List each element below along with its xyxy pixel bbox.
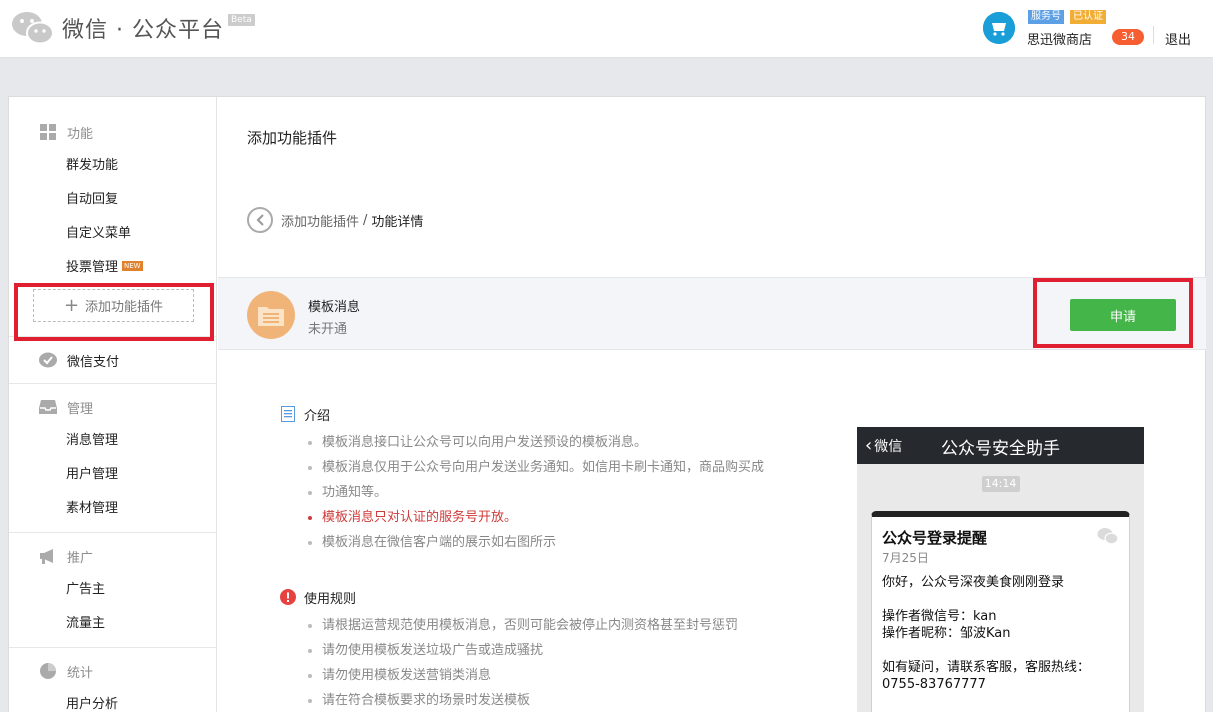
phone-preview: ‹ 微信 公众号安全助手 14:14 公众号登录提醒 7月25日 你好，公众号深夜… [857,427,1144,712]
nav-head-function: 功能 [9,115,216,149]
breadcrumb: 添加功能插件 / 功能详情 [247,207,423,233]
content-wrapper: 功能 群发功能 自动回复 自定义菜单 投票管理 NEW + 添加功能插件 微信支付 [8,96,1206,712]
wechat-logo-icon [10,8,56,48]
alert-icon [280,589,296,605]
sidebar-item-mass-send[interactable]: 群发功能 [9,149,216,183]
highlight-add-plugin [14,283,214,341]
account-area: 服务号 已认证 思迅微商店 34 退出 [983,8,1213,48]
sidebar-item-auto-reply[interactable]: 自动回复 [9,183,216,217]
list-item-warning: 模板消息只对认证的服务号开放。 [280,505,840,530]
nav-head-promote: 推广 [9,539,216,573]
list-item: 模板消息接口让公众号可以向用户发送预设的模板消息。 [280,430,840,455]
list-item: 模板消息仅用于公众号向用户发送业务通知。如信用卡刷卡通知，商品购买成 [280,455,840,480]
sidebar-item-materials[interactable]: 素材管理 [9,492,216,526]
intro-section: 介绍 模板消息接口让公众号可以向用户发送预设的模板消息。 模板消息仅用于公众号向… [280,404,840,555]
sidebar-item-users[interactable]: 用户管理 [9,458,216,492]
nav-head-label: 功能 [67,126,94,142]
nav-head-label: 管理 [67,401,94,417]
nav-group-pay: 微信支付 [9,337,216,384]
intro-heading: 介绍 [280,404,840,424]
plugin-name: 模板消息 [308,300,361,315]
intro-list: 模板消息接口让公众号可以向用户发送预设的模板消息。 模板消息仅用于公众号向用户发… [280,430,840,555]
phone-timestamp: 14:14 [981,476,1020,492]
platform-title: 微信 · 公众平台 [62,18,224,43]
nav-head-manage: 管理 [9,390,216,424]
breadcrumb-separator: / [363,212,368,228]
rules-heading: 使用规则 [280,587,840,607]
nav-group-manage: 管理 消息管理 用户管理 素材管理 [9,384,216,533]
highlight-apply-button [1033,278,1193,348]
nav-group-promote: 推广 广告主 流量主 [9,533,216,648]
notification-badge[interactable]: 34 [1112,29,1144,45]
nav-head-label: 推广 [67,550,94,566]
message-line: 操作者微信号：kan [882,609,997,624]
nav-head-label: 统计 [67,665,94,681]
verified-tag: 已认证 [1070,10,1106,24]
message-title: 公众号登录提醒 [882,529,988,547]
sidebar-item-publisher[interactable]: 流量主 [9,607,216,641]
document-icon [280,406,296,422]
account-name[interactable]: 思迅微商店 [1027,29,1092,48]
sidebar-item-label: 投票管理 [66,260,119,275]
plugin-status: 未开通 [308,322,348,337]
top-header: 微信 · 公众平台 Beta 服务号 已认证 思迅微商店 34 退出 [0,0,1213,58]
back-circle-icon[interactable] [247,207,273,233]
sidebar-item-vote[interactable]: 投票管理 NEW [9,251,216,285]
inbox-icon [39,398,57,416]
breadcrumb-parent[interactable]: 添加功能插件 [281,211,359,230]
rules-section: 使用规则 请根据运营规范使用模板消息，否则可能会被停止内测资格甚至封号惩罚 请勿… [280,587,840,712]
sidebar-item-user-analysis[interactable]: 用户分析 [9,688,216,712]
message-line: 如有疑问，请联系客服，客服热线： [882,660,1091,675]
header-divider [1153,26,1154,44]
service-account-tag: 服务号 [1028,10,1064,24]
sidebar-item-advertiser[interactable]: 广告主 [9,573,216,607]
logout-link[interactable]: 退出 [1165,29,1191,48]
rules-list: 请根据运营规范使用模板消息，否则可能会被停止内测资格甚至封号惩罚 请勿使用模板发… [280,613,840,712]
sidebar-item-wechat-pay[interactable]: 微信支付 [9,343,216,377]
intro-title: 介绍 [304,408,331,424]
wechat-pay-icon [39,351,57,369]
phone-nav-bar: ‹ 微信 公众号安全助手 [857,427,1144,464]
template-message-icon [247,291,295,339]
nav-head-stats: 统计 [9,654,216,688]
beta-badge: Beta [227,14,255,26]
list-item: 请勿使用模板发送营销类消息 [280,663,840,688]
message-line: 你好，公众号深夜美食刚刚登录 [882,575,1065,590]
sidebar: 功能 群发功能 自动回复 自定义菜单 投票管理 NEW + 添加功能插件 微信支付 [9,97,217,712]
list-item: 模板消息在微信客户端的展示如右图所示 [280,530,840,555]
main-content: 添加功能插件 添加功能插件 / 功能详情 模板消息 未开通 申请 介绍 模板消息… [218,97,1206,712]
rules-title: 使用规则 [304,591,357,607]
breadcrumb-current: 功能详情 [371,214,424,230]
list-item: 请勿使用模板发送垃圾广告或造成骚扰 [280,638,840,663]
logo[interactable]: 微信 · 公众平台 Beta [10,8,255,48]
nav-group-stats: 统计 用户分析 [9,648,216,712]
new-badge: NEW [122,260,143,271]
phone-title: 公众号安全助手 [941,439,1060,459]
page-title: 添加功能插件 [247,129,338,147]
list-item: 请根据运营规范使用模板消息，否则可能会被停止内测资格甚至封号惩罚 [280,613,840,638]
nav-head-label: 微信支付 [67,354,120,370]
megaphone-icon [39,547,57,565]
avatar[interactable] [983,12,1015,44]
wechat-watermark-icon [1097,527,1119,545]
pie-chart-icon [39,662,57,680]
sidebar-item-messages[interactable]: 消息管理 [9,424,216,458]
sidebar-item-custom-menu[interactable]: 自定义菜单 [9,217,216,251]
message-line: 操作者昵称：邹波Kan [882,626,1011,641]
message-card: 公众号登录提醒 7月25日 你好，公众号深夜美食刚刚登录 操作者微信号：kan … [871,511,1130,712]
list-item: 请在符合模板要求的场景时发送模板 [280,688,840,712]
grid-icon [39,123,57,141]
message-line: 0755-83767777 [882,677,986,692]
list-item-continued: 功通知等。 [280,480,840,505]
message-date: 7月25日 [882,551,929,565]
